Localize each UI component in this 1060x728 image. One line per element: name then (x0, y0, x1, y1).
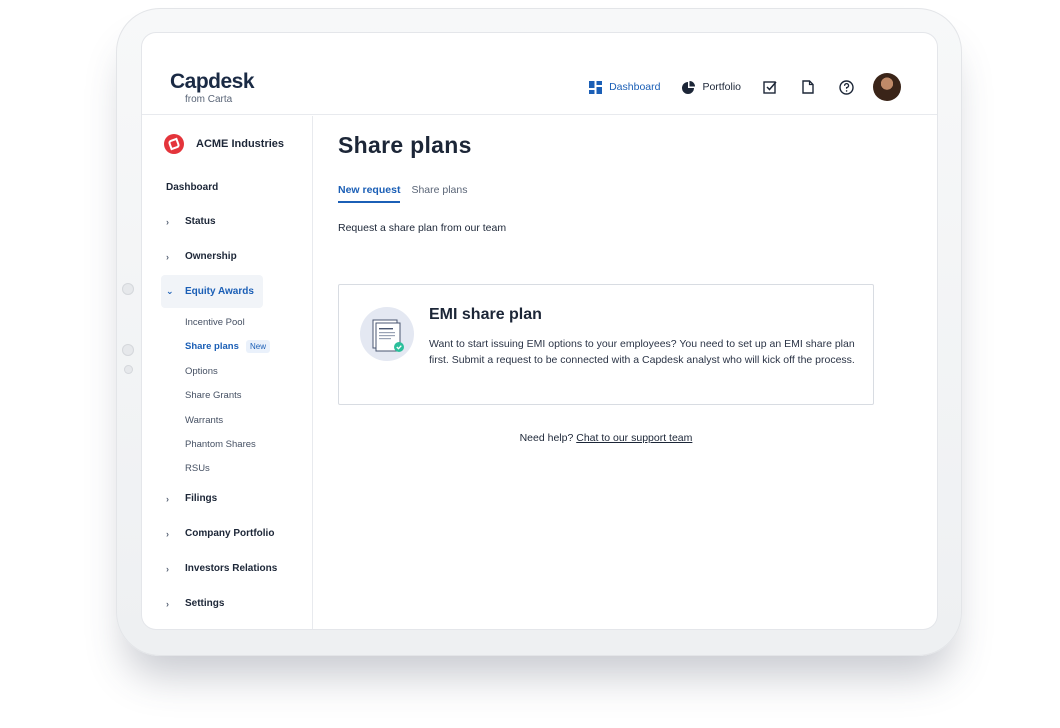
sidebar-sub-share-plans[interactable]: Share plans (185, 341, 239, 352)
sidebar-sub-share-grants[interactable]: Share Grants (185, 390, 242, 401)
sidebar-sub-rsus[interactable]: RSUs (185, 463, 210, 474)
sidebar-item-equity-awards[interactable]: ⌄ Equity Awards (161, 275, 263, 308)
company-name: ACME Industries (196, 138, 285, 150)
sidebar-item-settings[interactable]: › Settings (166, 598, 224, 609)
dashboard-icon (589, 80, 603, 94)
sidebar-item-label: Settings (185, 598, 225, 609)
new-badge: New (246, 340, 271, 353)
sidebar-item-label: Ownership (185, 251, 237, 262)
card-description: Want to start issuing EMI options to you… (429, 338, 855, 366)
tasks-icon[interactable] (761, 78, 779, 96)
brand-logo[interactable]: Capdesk (170, 70, 255, 94)
nav-dashboard-label: Dashboard (609, 81, 661, 93)
nav-dashboard[interactable]: Dashboard (589, 80, 661, 94)
sidebar-sub-warrants[interactable]: Warrants (185, 415, 223, 426)
sidebar-item-label: Filings (185, 493, 218, 504)
tablet-button (122, 283, 134, 295)
company-logo-icon (164, 134, 184, 154)
chevron-right-icon: › (166, 493, 169, 504)
user-avatar[interactable] (873, 73, 901, 101)
chevron-right-icon: › (166, 563, 169, 574)
sidebar-sub-phantom-shares[interactable]: Phantom Shares (185, 439, 256, 450)
tablet-button (124, 365, 133, 374)
top-bar: Capdesk from Carta Dashboard Portfolio (142, 33, 937, 115)
tab-new-request[interactable]: New request (338, 184, 401, 203)
sidebar-item-label: Company Portfolio (185, 528, 275, 539)
nav-portfolio-label: Portfolio (702, 81, 741, 93)
tab-share-plans[interactable]: Share plans (411, 184, 467, 203)
app-screen: Capdesk from Carta Dashboard Portfolio A… (142, 33, 937, 629)
chevron-right-icon: › (166, 528, 169, 539)
pie-chart-icon (682, 80, 696, 94)
certificate-icon (360, 307, 414, 361)
sidebar-sub-incentive-pool[interactable]: Incentive Pool (185, 317, 245, 328)
chevron-down-icon: ⌄ (166, 286, 174, 296)
page-title: Share plans (338, 132, 472, 158)
sidebar-item-ownership[interactable]: › Ownership (166, 251, 237, 262)
emi-plan-card[interactable]: EMI share plan Want to start issuing EMI… (338, 284, 874, 405)
tablet-button (122, 344, 134, 356)
help-text: Need help? (519, 432, 574, 444)
sidebar-item-label: Investors Relations (185, 563, 278, 574)
sidebar-item-dashboard[interactable]: Dashboard (166, 182, 218, 193)
chevron-right-icon: › (166, 598, 169, 609)
chevron-right-icon: › (166, 251, 169, 262)
intro-text: Request a share plan from our team (338, 222, 507, 234)
tab-bar: New request Share plans (338, 184, 478, 203)
chevron-right-icon: › (166, 216, 169, 227)
sidebar-item-filings[interactable]: › Filings (166, 493, 217, 504)
company-switcher[interactable]: ACME Industries (164, 134, 284, 154)
sidebar-item-label: Status (185, 216, 216, 227)
help-line: Need help? Chat to our support team (338, 432, 874, 444)
document-icon[interactable] (799, 78, 817, 96)
help-icon[interactable] (837, 78, 855, 96)
nav-portfolio[interactable]: Portfolio (682, 80, 741, 94)
sidebar-item-label: Equity Awards (185, 286, 254, 297)
top-nav: Dashboard Portfolio (567, 73, 901, 101)
sidebar-item-company-portfolio[interactable]: › Company Portfolio (166, 528, 274, 539)
sidebar-item-investors-relations[interactable]: › Investors Relations (166, 563, 277, 574)
sidebar-sub-options[interactable]: Options (185, 366, 218, 377)
sidebar: ACME Industries Dashboard › Status › Owner… (142, 116, 313, 629)
brand-subtitle: from Carta (185, 94, 233, 105)
support-chat-link[interactable]: Chat to our support team (576, 432, 692, 444)
card-title: EMI share plan (429, 306, 542, 323)
sidebar-item-status[interactable]: › Status (166, 216, 216, 227)
